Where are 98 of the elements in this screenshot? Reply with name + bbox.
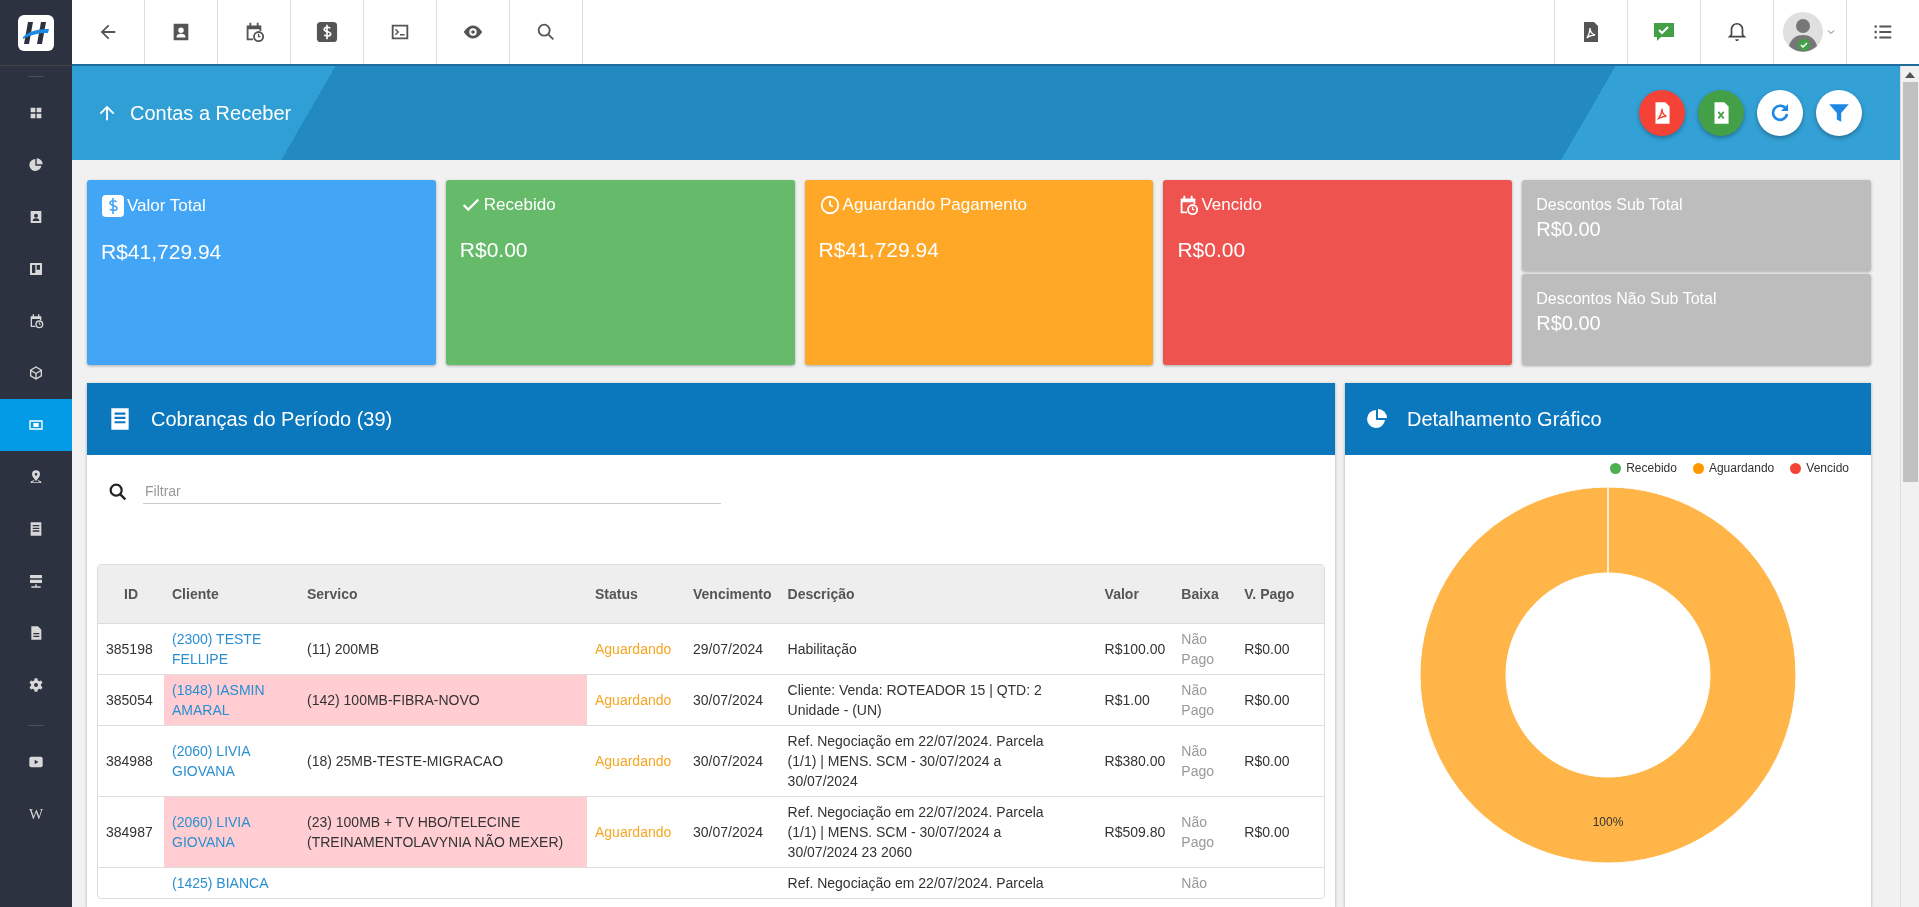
calendar-clock-icon <box>28 313 44 329</box>
table-cell: 30/07/2024 <box>693 753 764 769</box>
legend-label: Recebido <box>1626 461 1677 475</box>
status-text: Aguardando <box>595 753 672 769</box>
card-value: R$0.00 <box>459 238 529 262</box>
card-label: Valor Total <box>127 196 206 216</box>
pdf-export-button[interactable] <box>1639 90 1685 136</box>
table-cell: Não Pago <box>1181 682 1214 718</box>
column-header: Vencimento <box>685 565 780 624</box>
table-cell: 385054 <box>106 692 153 708</box>
table-cell: R$0.00 <box>1244 824 1290 840</box>
table-cell: 29/07/2024 <box>693 641 764 657</box>
panel-title: Detalhamento Gráfico <box>1407 407 1602 431</box>
client-link[interactable]: (1425) BIANCA <box>172 873 291 893</box>
card-label: Aguardando Pagamento <box>842 195 1027 215</box>
column-header: ID <box>98 565 164 624</box>
service-text: (18) 25MB-TESTE-MIGRACAO <box>307 753 504 769</box>
excel-export-button[interactable] <box>1698 90 1744 136</box>
dollar-icon <box>316 21 338 43</box>
receipt-icon <box>28 521 44 537</box>
table-cell: Cliente: Venda: ROTEADOR 15 | QTD: 2 Unidade - (UN) <box>787 682 1042 718</box>
table-cell: Ref. Negociação em 22/07/2024. Parcela <box>787 875 1044 891</box>
bell-icon <box>1726 21 1748 43</box>
status-text: Aguardando <box>595 692 672 708</box>
client-link[interactable]: (2060) LIVIA GIOVANA <box>172 741 291 781</box>
table-cell: 30/07/2024 <box>693 824 764 840</box>
pie-chart-icon <box>28 157 44 173</box>
client-link[interactable]: (2060) LIVIA GIOVANA <box>172 812 291 852</box>
table-cell: Não Pago <box>1181 631 1214 667</box>
column-header: Status <box>587 565 685 624</box>
document-icon <box>28 625 44 641</box>
clock-icon <box>818 194 841 216</box>
card-value: R$41,729.94 <box>818 238 940 262</box>
status-text: Aguardando <box>595 824 672 840</box>
table-cell: Não Pago <box>1181 814 1214 850</box>
panel-title: Cobranças do Período (39) <box>151 407 393 431</box>
card-value: R$0.00 <box>1536 218 1602 241</box>
page-title: Contas a Receber <box>130 101 293 125</box>
wiki-link[interactable]: W <box>0 788 72 840</box>
table-cell: Não <box>1181 875 1207 891</box>
table-cell: R$100.00 <box>1104 641 1166 657</box>
card-value: R$0.00 <box>1536 312 1602 335</box>
table-cell: 385198 <box>106 641 153 657</box>
table-cell: R$0.00 <box>1244 753 1290 769</box>
legend-dot <box>1790 462 1802 474</box>
contact-icon <box>28 209 44 225</box>
table-cell: R$509.80 <box>1104 824 1166 840</box>
settings-icon <box>28 677 44 693</box>
column-header: Valor <box>1096 565 1174 624</box>
table-cell: Habilitação <box>787 641 857 657</box>
client-link[interactable]: (1848) IASMIN AMARAL <box>172 680 291 720</box>
table-cell: R$1.00 <box>1104 692 1150 708</box>
table-cell: R$380.00 <box>1104 753 1166 769</box>
column-header: Cliente <box>164 565 299 624</box>
pie-chart-icon <box>1365 407 1389 431</box>
card-label: Descontos Não Sub Total <box>1536 290 1718 308</box>
card-value: R$41,729.94 <box>101 240 223 264</box>
status-text: Aguardando <box>595 641 672 657</box>
box-icon <box>28 365 44 381</box>
table-cell: 30/07/2024 <box>693 692 764 708</box>
table-cell: Ref. Negociação em 22/07/2024. Parcela (1/1) | MENS. SCM - 30/07/2024 a 30/07/2024 <box>787 733 1044 789</box>
card-label: Vencido <box>1201 195 1262 215</box>
column-header: Descrição <box>779 565 1097 624</box>
filter-button[interactable] <box>1816 90 1862 136</box>
legend-dot <box>1692 462 1704 474</box>
column-header: V. Pago <box>1236 565 1324 624</box>
table-cell: 384987 <box>106 824 153 840</box>
location-pin-icon <box>28 469 44 485</box>
card-label: Recebido <box>483 195 556 215</box>
search-icon <box>535 21 557 43</box>
table-cell: R$0.00 <box>1244 641 1290 657</box>
server-icon <box>28 573 44 589</box>
column-header: Baixa <box>1173 565 1237 624</box>
money-icon <box>28 417 44 433</box>
table-cell: 384988 <box>106 753 153 769</box>
column-header: Servico <box>299 565 587 624</box>
data-label: 100% <box>1592 815 1624 829</box>
dollar-icon <box>101 194 125 218</box>
table-cell: Ref. Negociação em 22/07/2024. Parcela (1/1) | MENS. SCM - 30/07/2024 a 30/07/2024 23 2060 <box>787 804 1044 860</box>
table-cell: R$0.00 <box>1244 692 1290 708</box>
chat-check-icon <box>1652 20 1676 44</box>
table-cell: Não Pago <box>1181 743 1214 779</box>
card-label: Descontos Sub Total <box>1536 196 1684 214</box>
service-text: (23) 100MB + TV HBO/TELECINE (TREINAMENTOLAVYNIA NÃO MEXER) <box>307 814 564 850</box>
card-value: R$0.00 <box>1177 238 1247 262</box>
legend-label: Vencido <box>1806 461 1849 475</box>
grid-icon <box>28 105 44 121</box>
scrollbar-thumb[interactable] <box>1902 82 1918 482</box>
legend-label: Aguardando <box>1708 461 1775 475</box>
app-logo[interactable] <box>18 14 54 51</box>
board-icon <box>28 261 44 277</box>
avatar-icon <box>1783 12 1823 52</box>
service-text: (142) 100MB-FIBRA-NOVO <box>307 692 480 708</box>
legend-dot <box>1610 462 1622 474</box>
refresh-button[interactable] <box>1757 90 1803 136</box>
service-text: (11) 200MB <box>307 641 380 657</box>
client-link[interactable]: (2300) TESTE FELLIPE <box>172 629 291 669</box>
play-icon <box>28 754 44 770</box>
